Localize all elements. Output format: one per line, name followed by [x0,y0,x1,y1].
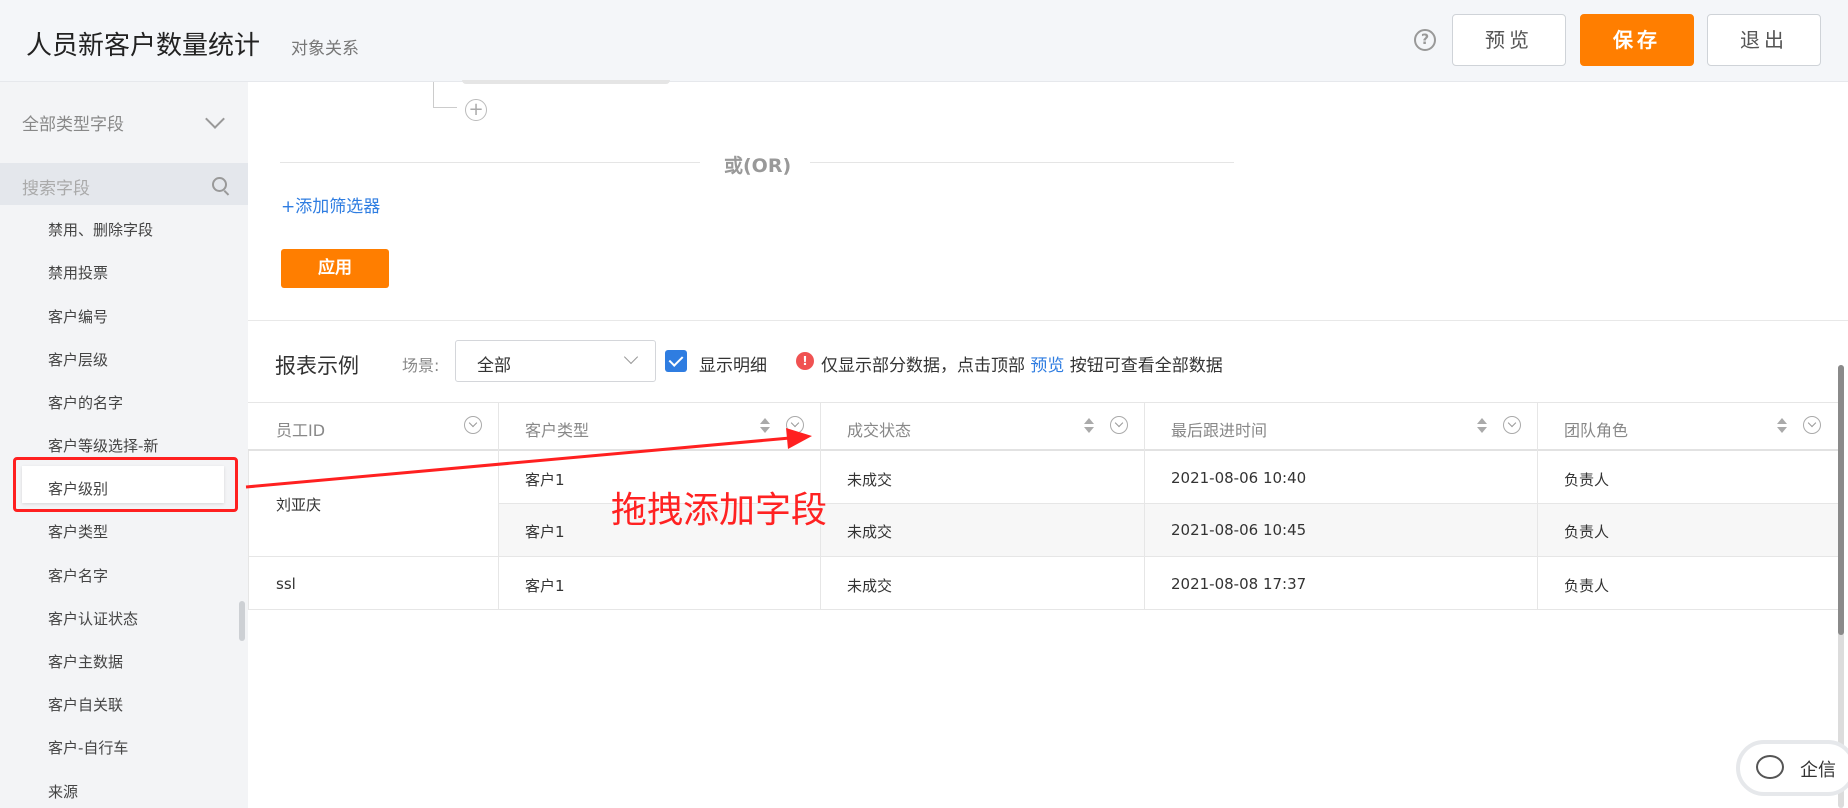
drag-arrow [245,428,812,489]
drag-arrow-line [245,436,791,489]
chat-bubble-icon [1756,755,1784,779]
chat-label: 企信 [1800,760,1836,781]
drag-annotation: 拖拽添加字段 [611,490,828,531]
drag-arrow-head [786,428,812,449]
main-scrollbar-thumb[interactable] [1838,365,1844,635]
